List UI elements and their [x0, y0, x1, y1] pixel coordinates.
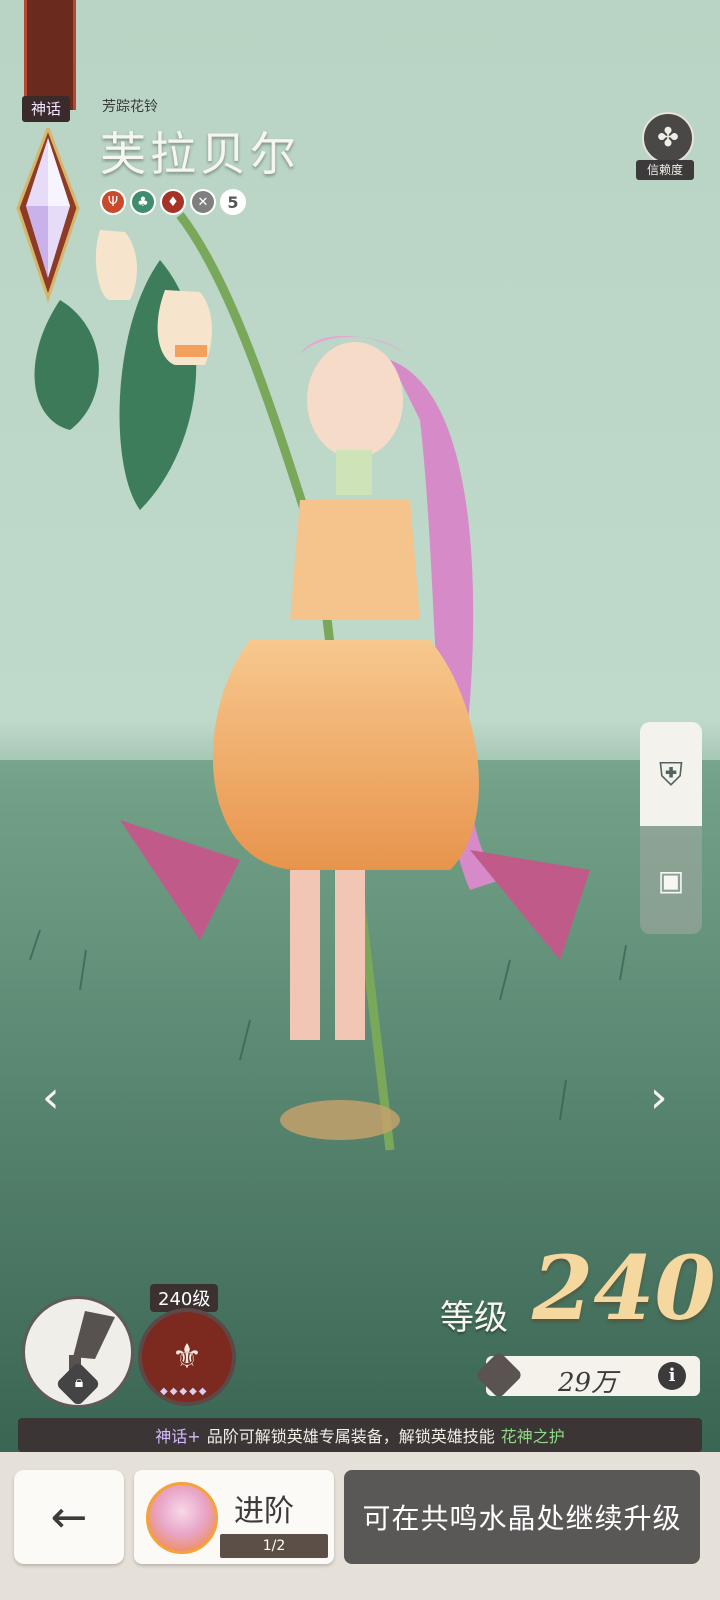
- trait-count[interactable]: 5: [220, 189, 246, 215]
- advance-count: 1/2: [220, 1534, 328, 1558]
- back-button[interactable]: ←: [14, 1470, 124, 1564]
- scroll-tab[interactable]: ▣: [640, 826, 702, 934]
- rarity-banner: [24, 0, 76, 110]
- info-icon[interactable]: i: [658, 1362, 686, 1390]
- advance-button[interactable]: 进阶 1/2: [134, 1470, 334, 1564]
- skill-emblem-icon: ⚜: [171, 1337, 203, 1377]
- back-arrow-icon: ←: [50, 1491, 88, 1543]
- notice-text: 品阶可解锁英雄专属装备，解锁英雄技能: [206, 1427, 495, 1446]
- level-label: 等级: [440, 1298, 508, 1338]
- power-bar: 29万 i: [474, 1350, 700, 1400]
- prev-hero-button[interactable]: ‹: [42, 1072, 60, 1123]
- next-hero-button[interactable]: ›: [650, 1072, 668, 1123]
- power-value: 29万: [558, 1368, 618, 1398]
- helmet-tab[interactable]: ⛨: [640, 722, 702, 826]
- scroll-icon: ▣: [657, 863, 685, 897]
- rarity-tag: 神话: [22, 96, 70, 122]
- hero-name: 芙拉贝尔: [100, 127, 300, 181]
- notice-rank: 神话+: [155, 1427, 201, 1446]
- leaf-icon[interactable]: ♣: [130, 189, 156, 215]
- helmet-icon: ⛨: [658, 754, 683, 793]
- trident-icon[interactable]: Ψ: [100, 189, 126, 215]
- exclusive-gear-slot[interactable]: 🔒︎: [22, 1296, 134, 1408]
- trust-button[interactable]: ✤ 信赖度: [636, 112, 694, 182]
- lock-icon: 🔒︎: [74, 1372, 84, 1391]
- trust-label: 信赖度: [636, 160, 694, 180]
- advance-label: 进阶: [234, 1494, 294, 1529]
- rank-notice: 神话+ 品阶可解锁英雄专属装备，解锁英雄技能 花神之护: [18, 1418, 702, 1452]
- trait-row: Ψ ♣ ♦ ✕ 5: [100, 189, 246, 215]
- level-value: 240: [532, 1236, 716, 1340]
- hero-avatar: [146, 1482, 218, 1554]
- clover-icon: ✤: [642, 112, 694, 164]
- crossed-swords-icon[interactable]: ✕: [190, 189, 216, 215]
- upgrade-button[interactable]: 可在共鸣水晶处继续升级: [344, 1470, 700, 1564]
- skill-stars: ◆◆◆◆◆: [160, 1386, 209, 1397]
- crystal-icon: [16, 128, 80, 303]
- notice-skill-name: 花神之护: [500, 1427, 565, 1446]
- hero-subtitle: 芳踪花铃: [102, 99, 158, 115]
- mask-icon[interactable]: ♦: [160, 189, 186, 215]
- side-tabs: ⛨ ▣: [640, 722, 702, 934]
